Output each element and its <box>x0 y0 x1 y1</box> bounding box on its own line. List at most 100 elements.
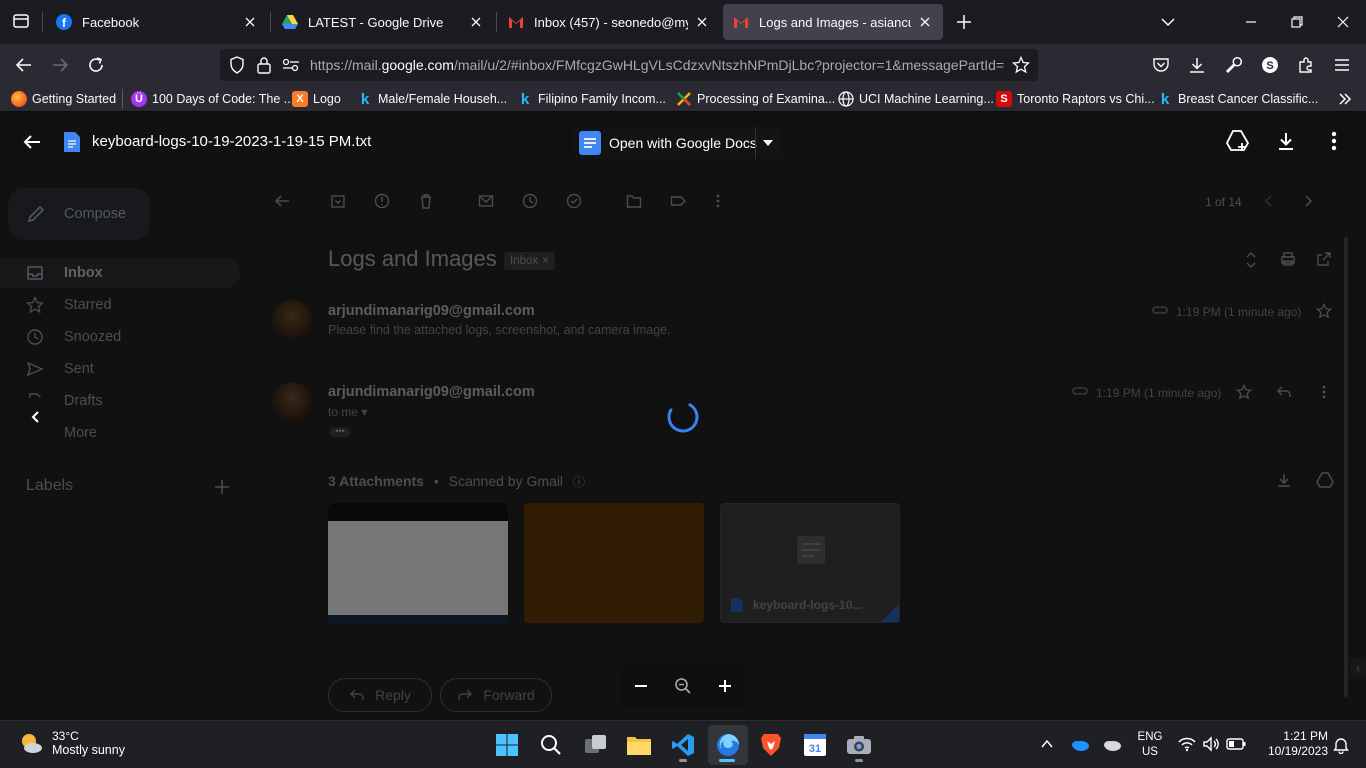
list-all-tabs-icon[interactable] <box>1155 9 1181 35</box>
partly-sunny-icon <box>18 730 44 756</box>
camera-button[interactable] <box>843 729 875 761</box>
close-tab-icon[interactable] <box>242 14 258 30</box>
start-button[interactable] <box>491 729 523 761</box>
tab-bar: f Facebook LATEST - Google Drive Inbox (… <box>0 0 1366 44</box>
previous-attachment-button[interactable] <box>16 397 56 437</box>
vscode-icon <box>672 734 694 756</box>
chevron-left-icon <box>29 410 43 424</box>
windows-icon <box>496 734 518 756</box>
input-language-indicator[interactable]: ENG US <box>1134 730 1166 760</box>
battery-icon[interactable] <box>1226 737 1246 751</box>
app-menu-icon[interactable] <box>1329 52 1355 78</box>
xampp-icon: X <box>292 91 308 107</box>
file-explorer-button[interactable] <box>623 729 655 761</box>
firefox-icon <box>717 734 739 756</box>
zoom-in-icon[interactable] <box>717 678 733 694</box>
close-viewer-back-icon[interactable] <box>22 132 42 152</box>
zoom-controls <box>621 664 745 708</box>
more-actions-icon[interactable] <box>1324 131 1344 151</box>
task-view-icon <box>585 735 606 753</box>
attachment-viewer-header: keyboard-logs-10-19-2023-1-19-15 PM.txt … <box>0 112 1366 172</box>
show-hidden-icons-chevron-icon[interactable] <box>1040 737 1054 751</box>
calendar-icon: 31 <box>804 734 826 756</box>
reload-icon[interactable] <box>83 52 109 78</box>
task-view-button[interactable] <box>580 729 612 761</box>
weather-description: Mostly sunny <box>52 743 125 757</box>
ribbon-icon <box>676 91 692 107</box>
onedrive-icon[interactable] <box>1070 737 1090 751</box>
kaggle-icon: k <box>360 90 370 108</box>
zoom-reset-icon[interactable] <box>674 677 692 695</box>
folder-icon <box>627 737 651 755</box>
bookmark-logo[interactable]: X Logo <box>292 89 341 109</box>
navigation-toolbar: https://mail.google.com/mail/u/2/#inbox/… <box>0 44 1366 86</box>
bookmark-star-icon[interactable] <box>1012 56 1030 74</box>
tracking-protection-icon[interactable] <box>228 56 246 74</box>
more-bookmarks-chevron-icon[interactable] <box>1337 89 1353 109</box>
onedrive-personal-icon[interactable] <box>1102 737 1122 751</box>
firefox-view-icon[interactable] <box>8 8 34 34</box>
bookmark-separator <box>122 89 123 109</box>
pocket-icon[interactable] <box>1148 52 1174 78</box>
sports-icon: S <box>996 91 1012 107</box>
account-avatar-icon[interactable]: S <box>1257 52 1283 78</box>
tab-gmail-inbox[interactable]: Inbox (457) - seonedo@my.csp <box>498 4 720 40</box>
bookmark-male-female-household[interactable]: k Male/Female Househ... <box>357 89 507 109</box>
zoom-out-icon[interactable] <box>633 678 649 694</box>
wifi-icon[interactable] <box>1178 736 1196 752</box>
tab-google-drive[interactable]: LATEST - Google Drive <box>272 4 494 40</box>
restore-window-icon[interactable] <box>1284 9 1310 35</box>
brave-button[interactable] <box>755 729 787 761</box>
notifications-icon[interactable] <box>1333 736 1349 754</box>
vscode-button[interactable] <box>667 729 699 761</box>
open-with-dropdown-icon[interactable] <box>762 139 774 147</box>
close-tab-icon[interactable] <box>917 14 933 30</box>
running-indicator <box>855 759 863 762</box>
permissions-icon[interactable] <box>282 57 300 73</box>
downloads-icon[interactable] <box>1184 52 1210 78</box>
tab-facebook[interactable]: f Facebook <box>46 4 268 40</box>
bookmark-getting-started[interactable]: Getting Started <box>11 89 116 109</box>
close-window-icon[interactable] <box>1330 9 1356 35</box>
lock-icon[interactable] <box>256 56 272 74</box>
back-icon[interactable] <box>11 52 37 78</box>
google-docs-icon <box>579 131 601 155</box>
running-indicator <box>679 759 687 762</box>
add-to-drive-icon[interactable] <box>1226 130 1250 152</box>
viewer-filename: keyboard-logs-10-19-2023-1-19-15 PM.txt <box>92 133 372 150</box>
firefox-button[interactable] <box>712 729 744 761</box>
new-tab-button[interactable] <box>951 9 977 35</box>
bookmark-filipino-family-income[interactable]: k Filipino Family Incom... <box>517 89 666 109</box>
brave-lion-icon <box>761 734 781 756</box>
gmail-icon <box>733 14 749 30</box>
clock[interactable]: 1:21 PM 10/19/2023 <box>1256 729 1328 759</box>
weather-widget[interactable]: 33°C Mostly sunny <box>18 729 125 757</box>
gmail-icon <box>508 14 524 30</box>
tab-logs-and-images[interactable]: Logs and Images - asiancutie.3 <box>723 4 943 40</box>
extensions-icon[interactable] <box>1293 52 1319 78</box>
url-text[interactable]: https://mail.google.com/mail/u/2/#inbox/… <box>310 57 1004 73</box>
download-icon[interactable] <box>1276 131 1296 151</box>
svg-text:31: 31 <box>809 743 821 755</box>
search-button[interactable] <box>535 729 567 761</box>
bookmark-100-days-of-code[interactable]: Ü 100 Days of Code: The ... <box>131 89 294 109</box>
loading-spinner <box>666 400 700 434</box>
google-drive-icon <box>282 14 298 30</box>
bookmark-processing-of-examination[interactable]: Processing of Examina... <box>676 89 835 109</box>
close-tab-icon[interactable] <box>468 14 484 30</box>
close-tab-icon[interactable] <box>694 14 710 30</box>
open-with-google-docs-button[interactable]: Open with Google Docs <box>573 127 781 159</box>
wrench-icon[interactable] <box>1220 52 1246 78</box>
minimize-window-icon[interactable] <box>1238 9 1264 35</box>
address-bar[interactable]: https://mail.google.com/mail/u/2/#inbox/… <box>220 49 1038 81</box>
bookmark-uci-machine-learning[interactable]: UCI Machine Learning... <box>838 89 994 109</box>
svg-text:S: S <box>1266 60 1273 72</box>
forward-icon[interactable] <box>47 52 73 78</box>
firefox-icon <box>11 91 27 107</box>
camera-icon <box>847 736 871 754</box>
facebook-icon: f <box>56 14 72 30</box>
volume-icon[interactable] <box>1202 736 1220 752</box>
bookmark-toronto-raptors[interactable]: S Toronto Raptors vs Chi... <box>996 89 1155 109</box>
bookmark-breast-cancer-classification[interactable]: k Breast Cancer Classific... <box>1157 89 1319 109</box>
google-calendar-button[interactable]: 31 <box>799 729 831 761</box>
